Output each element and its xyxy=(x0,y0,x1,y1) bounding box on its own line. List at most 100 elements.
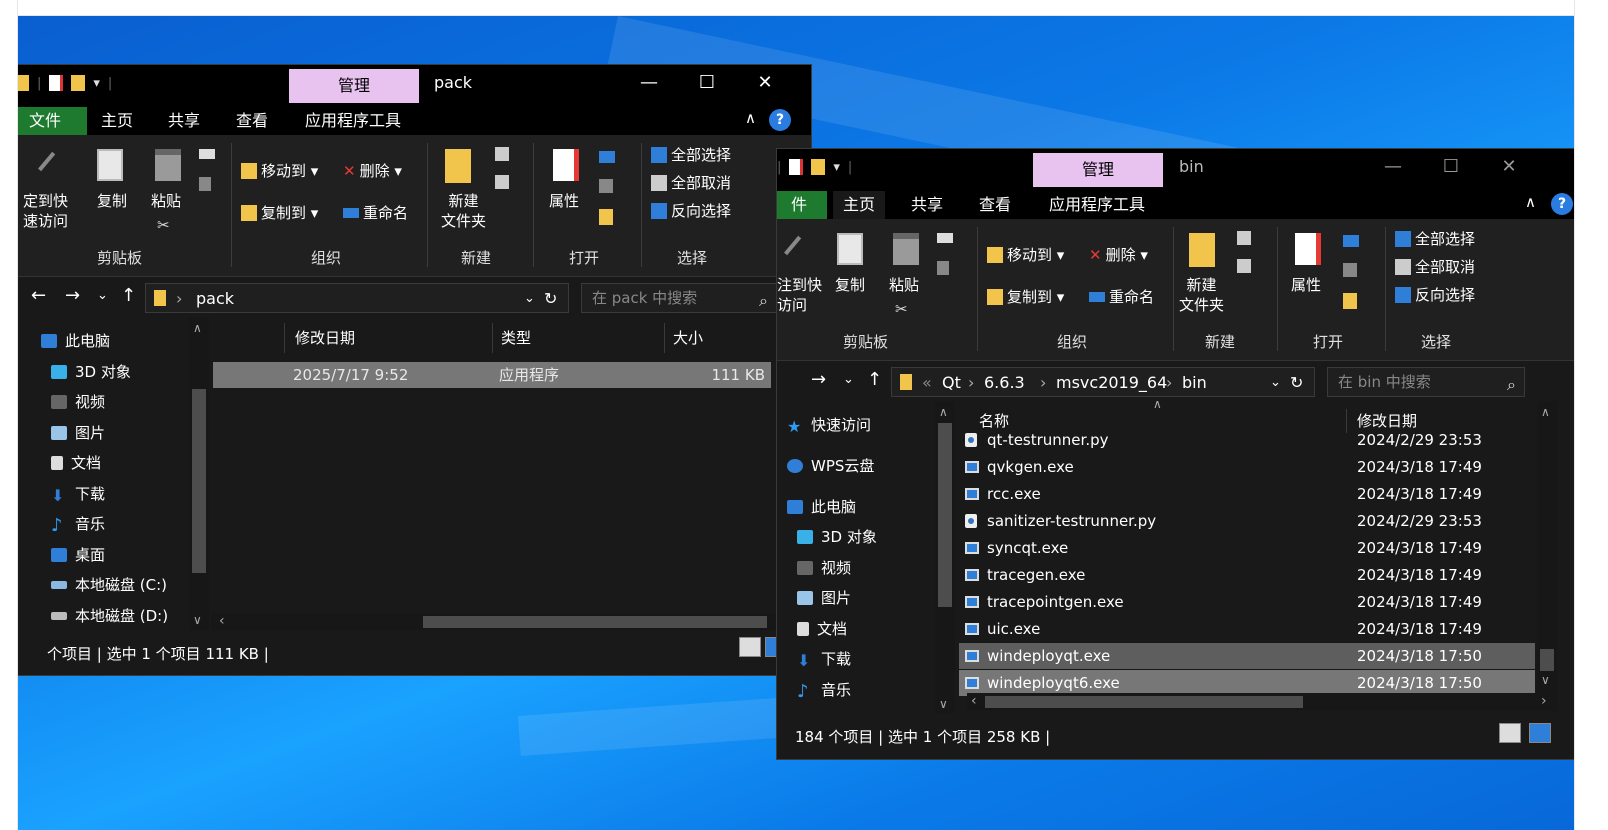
nav-item-downloads[interactable]: ⬇ 下载 xyxy=(797,647,851,671)
recent-locations-button[interactable]: ⌄ xyxy=(97,288,108,303)
horizontal-scroll-thumb[interactable] xyxy=(985,696,1303,708)
paste-shortcut-icon[interactable] xyxy=(937,261,949,275)
nav-item-quick-access[interactable]: ★ 快速访问 xyxy=(787,413,871,437)
new-folder-icon[interactable] xyxy=(811,159,826,175)
new-item-icon[interactable] xyxy=(495,147,509,161)
large-icons-view-icon[interactable] xyxy=(1529,723,1551,743)
details-view-icon[interactable] xyxy=(739,637,761,657)
chevron-right-icon[interactable]: › xyxy=(176,289,182,308)
file-list-horizontal-scrollbar[interactable]: ‹ › xyxy=(211,613,811,631)
scroll-left-icon[interactable]: ‹ xyxy=(219,613,225,629)
scroll-left-icon[interactable]: ‹ xyxy=(971,693,977,709)
customize-qat-icon[interactable]: ▾ xyxy=(93,76,100,91)
easy-access-icon[interactable] xyxy=(1237,259,1251,273)
search-icon[interactable]: ⌕ xyxy=(1507,371,1516,399)
refresh-icon[interactable]: ↻ xyxy=(544,289,557,308)
nav-pane-scrollbar[interactable]: ∧ ∨ xyxy=(189,317,209,633)
properties-icon[interactable] xyxy=(49,75,64,91)
tab-share[interactable]: 共享 xyxy=(158,107,210,135)
search-input[interactable]: 在 pack 中搜索 ⌕ xyxy=(581,283,777,313)
nav-item-documents[interactable]: 文档 xyxy=(51,451,101,475)
forward-button[interactable]: → xyxy=(811,369,826,390)
scissors-icon[interactable]: ✂ xyxy=(157,215,170,235)
folder-icon[interactable] xyxy=(18,75,29,91)
nav-item-desktop[interactable]: 桌面 xyxy=(51,543,105,567)
copy-path-icon[interactable] xyxy=(199,149,215,159)
nav-item-videos[interactable]: 视频 xyxy=(51,390,105,414)
column-header-date[interactable]: 修改日期 xyxy=(287,323,493,353)
address-box[interactable]: › pack ⌄ ↻ xyxy=(145,283,569,313)
maximize-button[interactable]: ☐ xyxy=(1422,149,1480,187)
refresh-icon[interactable]: ↻ xyxy=(1290,373,1303,392)
table-row[interactable]: tracegen.exe 2024/3/18 17:49 xyxy=(959,562,1535,588)
table-row[interactable]: windeployqt.exe 2024/3/18 17:50 xyxy=(959,643,1535,669)
address-box[interactable]: « Qt › 6.6.3 › msvc2019_64 › bin ⌄ ↻ xyxy=(891,367,1315,397)
tab-home[interactable]: 主页 xyxy=(91,107,143,135)
copy-button[interactable]: 复制 xyxy=(97,191,127,211)
breadcrumb-overflow[interactable]: « xyxy=(922,373,932,392)
up-button[interactable]: ↑ xyxy=(867,369,882,390)
column-header-size[interactable]: 大小 xyxy=(665,323,781,353)
collapse-ribbon-icon[interactable]: ∧ xyxy=(745,109,756,127)
address-dropdown-icon[interactable]: ⌄ xyxy=(1270,375,1281,390)
tab-view[interactable]: 查看 xyxy=(226,107,278,135)
collapse-ribbon-icon[interactable]: ∧ xyxy=(1525,193,1536,211)
nav-item-pictures[interactable]: 图片 xyxy=(797,586,851,610)
scroll-up-icon[interactable]: ∧ xyxy=(1541,405,1550,419)
rename-button[interactable]: 重命名 xyxy=(343,203,408,223)
close-button[interactable]: ✕ xyxy=(736,65,794,103)
tab-share[interactable]: 共享 xyxy=(901,191,953,219)
nav-item-documents[interactable]: 文档 xyxy=(797,617,847,641)
title-bar[interactable]: | ▾ | 管理 pack — ☐ ✕ xyxy=(18,65,811,103)
open-icon[interactable] xyxy=(599,151,615,163)
select-all-button[interactable]: 全部选择 xyxy=(1395,229,1475,249)
minimize-button[interactable]: — xyxy=(1364,149,1422,187)
new-folder-button[interactable]: 新建 文件夹 xyxy=(1179,275,1224,315)
tab-manage[interactable]: 管理 xyxy=(289,69,419,103)
move-to-button[interactable]: 移动到 ▾ xyxy=(241,161,318,181)
up-button[interactable]: ↑ xyxy=(121,285,136,306)
breadcrumb-bin[interactable]: bin xyxy=(1182,373,1207,392)
paste-button[interactable]: 粘贴 xyxy=(889,275,919,295)
table-row[interactable]: rcc.exe 2024/3/18 17:49 xyxy=(959,481,1535,507)
pin-to-quick-access-button[interactable]: 定到快 速访问 xyxy=(23,191,68,231)
select-none-button[interactable]: 全部取消 xyxy=(651,173,731,193)
column-header-name[interactable] xyxy=(211,323,285,353)
edit-icon[interactable] xyxy=(1343,263,1357,277)
rename-button[interactable]: 重命名 xyxy=(1089,287,1154,307)
tab-app-tools[interactable]: 应用程序工具 xyxy=(295,107,411,135)
explorer-window-bin[interactable]: | ▾ | 管理 bin — ☐ ✕ 件 主页 共享 查看 应用程序工具 ∧ ?… xyxy=(776,148,1574,760)
details-view-icon[interactable] xyxy=(1499,723,1521,743)
table-row[interactable]: tracepointgen.exe 2024/3/18 17:49 xyxy=(959,589,1535,615)
nav-item-music[interactable]: ♪ 音乐 xyxy=(51,512,105,536)
pin-to-quick-access-button[interactable]: 注到快 访问 xyxy=(777,275,822,315)
breadcrumb-msvc[interactable]: msvc2019_64 xyxy=(1056,373,1167,392)
nav-item-downloads[interactable]: ⬇ 下载 xyxy=(51,482,105,506)
new-item-icon[interactable] xyxy=(1237,231,1251,245)
select-all-button[interactable]: 全部选择 xyxy=(651,145,731,165)
copy-to-button[interactable]: 复制到 ▾ xyxy=(987,287,1064,307)
explorer-window-pack[interactable]: | ▾ | 管理 pack — ☐ ✕ 文件 主页 共享 查看 应用程序工具 ∧… xyxy=(18,64,812,676)
tab-file[interactable]: 文件 xyxy=(18,107,87,135)
history-icon[interactable] xyxy=(1343,293,1357,309)
invert-selection-button[interactable]: 反向选择 xyxy=(651,201,731,221)
paste-button[interactable]: 粘贴 xyxy=(151,191,181,211)
delete-button[interactable]: ✕ 删除 ▾ xyxy=(1089,245,1148,265)
nav-item-videos[interactable]: 视频 xyxy=(797,556,851,580)
history-icon[interactable] xyxy=(599,209,613,225)
easy-access-icon[interactable] xyxy=(495,175,509,189)
nav-item-wps-cloud[interactable]: WPS云盘 xyxy=(787,454,874,478)
help-icon[interactable]: ? xyxy=(1551,193,1573,215)
breadcrumb-pack[interactable]: pack xyxy=(196,289,234,308)
table-row[interactable]: sanitizer-testrunner.py 2024/2/29 23:53 xyxy=(959,508,1535,534)
open-icon[interactable] xyxy=(1343,235,1359,247)
table-row[interactable]: 2025/7/17 9:52 应用程序 111 KB xyxy=(213,362,771,388)
scroll-down-icon[interactable]: ∨ xyxy=(193,613,202,627)
maximize-button[interactable]: ☐ xyxy=(678,65,736,103)
close-button[interactable]: ✕ xyxy=(1480,149,1538,187)
move-to-button[interactable]: 移动到 ▾ xyxy=(987,245,1064,265)
tab-app-tools[interactable]: 应用程序工具 xyxy=(1039,191,1155,219)
nav-item-3d-objects[interactable]: 3D 对象 xyxy=(51,360,131,384)
nav-item-drive-d[interactable]: 本地磁盘 (D:) xyxy=(51,604,168,628)
back-button[interactable]: ← xyxy=(31,285,46,306)
